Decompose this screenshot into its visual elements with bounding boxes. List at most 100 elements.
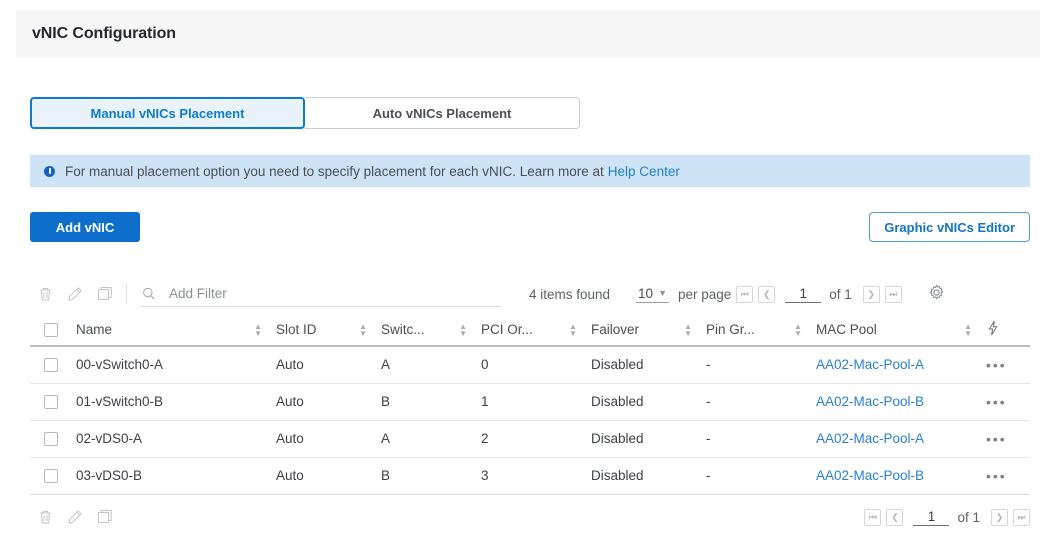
info-banner: For manual placement option you need to … <box>30 155 1030 187</box>
column-label-name: Name <box>76 322 113 337</box>
filter-field[interactable] <box>141 281 501 307</box>
row-menu-icon[interactable]: ••• <box>986 468 1007 484</box>
tab-manual-vnics-placement[interactable]: Manual vNICs Placement <box>30 97 305 129</box>
cell-mac-pool: AA02-Mac-Pool-B <box>816 383 986 421</box>
row-menu-icon[interactable]: ••• <box>986 357 1007 373</box>
cell-failover: Disabled <box>591 383 706 421</box>
mac-pool-link[interactable]: AA02-Mac-Pool-B <box>816 468 924 483</box>
mac-pool-link[interactable]: AA02-Mac-Pool-A <box>816 431 924 446</box>
row-menu-icon[interactable]: ••• <box>986 394 1007 410</box>
search-input[interactable] <box>169 286 501 301</box>
row-checkbox[interactable] <box>44 394 58 409</box>
page-number-input[interactable]: 1 <box>785 286 822 303</box>
cell-pci-order: 0 <box>481 346 591 384</box>
cell-failover: Disabled <box>591 457 706 495</box>
sort-icon: ▲ ▼ <box>359 321 367 338</box>
table-row[interactable]: 01-vSwitch0-B Auto B 1 Disabled - AA02-M… <box>30 383 1030 421</box>
next-page-button[interactable]: ❯ <box>862 285 880 303</box>
trash-icon[interactable] <box>30 504 60 530</box>
prev-page-button[interactable]: ❮ <box>758 285 776 303</box>
column-header-name[interactable]: Name ▲ ▼ <box>76 314 276 347</box>
row-menu-icon[interactable]: ••• <box>986 431 1007 447</box>
cell-slot-id: Auto <box>276 383 381 421</box>
column-header-slot-id[interactable]: Slot ID ▲ ▼ <box>276 314 381 347</box>
table-row[interactable]: 00-vSwitch0-A Auto A 0 Disabled - AA02-M… <box>30 346 1030 384</box>
sort-icon: ▲ ▼ <box>684 321 692 338</box>
table-row[interactable]: 02-vDS0-A Auto A 2 Disabled - AA02-Mac-P… <box>30 420 1030 458</box>
cell-switch: B <box>381 457 481 495</box>
sort-icon: ▲ ▼ <box>569 321 577 338</box>
first-page-button[interactable]: ⏮ <box>864 508 882 526</box>
column-header-pin-group[interactable]: Pin Gr... ▲ ▼ <box>706 314 816 347</box>
cell-slot-id: Auto <box>276 346 381 384</box>
lightning-bolt-icon <box>986 320 1000 339</box>
table-toolbar: 4 items found 10 ▼ per page ⏮ ❮ 1 of 1 ❯… <box>30 278 1030 310</box>
cell-pin-group: - <box>706 457 816 495</box>
cell-pci-order: 1 <box>481 383 591 421</box>
column-header-mac-pool[interactable]: MAC Pool ▲ ▼ <box>816 314 986 347</box>
cell-mac-pool: AA02-Mac-Pool-A <box>816 346 986 384</box>
column-label-switch: Switc... <box>381 322 425 337</box>
tab-manual-label: Manual vNICs Placement <box>90 105 245 121</box>
row-checkbox[interactable] <box>44 357 58 372</box>
row-checkbox[interactable] <box>44 468 58 483</box>
prev-page-button[interactable]: ❮ <box>886 508 904 526</box>
cell-name: 01-vSwitch0-B <box>76 383 276 421</box>
page-header: vNIC Configuration <box>16 10 1040 58</box>
cell-pin-group: - <box>706 346 816 384</box>
page-total-label: of 1 <box>957 509 980 525</box>
page-title: vNIC Configuration <box>32 25 176 42</box>
cell-pin-group: - <box>706 383 816 421</box>
tab-auto-label: Auto vNICs Placement <box>372 105 512 121</box>
cell-name: 02-vDS0-A <box>76 420 276 458</box>
select-all-checkbox[interactable] <box>44 322 58 337</box>
cell-failover: Disabled <box>591 420 706 458</box>
mac-pool-link[interactable]: AA02-Mac-Pool-A <box>816 357 924 372</box>
gear-icon[interactable] <box>928 284 945 304</box>
cell-row-actions: ••• <box>986 346 1030 384</box>
row-select-cell <box>30 383 76 421</box>
items-found-label: 4 items found <box>529 286 611 302</box>
tab-auto-vnics-placement[interactable]: Auto vNICs Placement <box>305 97 580 129</box>
row-select-cell <box>30 420 76 458</box>
per-page-value: 10 <box>638 285 654 301</box>
next-page-button[interactable]: ❯ <box>991 508 1008 526</box>
last-page-button[interactable]: ⏭ <box>884 285 902 303</box>
first-page-button[interactable]: ⏮ <box>736 285 754 303</box>
vnic-table: Name ▲ ▼ Slot ID ▲ ▼ Switc... ▲ ▼ PCI Or... <box>30 314 1030 495</box>
page-number-input[interactable]: 1 <box>913 509 950 526</box>
cell-mac-pool: AA02-Mac-Pool-A <box>816 420 986 458</box>
cell-name: 00-vSwitch0-A <box>76 346 276 384</box>
cell-slot-id: Auto <box>276 457 381 495</box>
cell-row-actions: ••• <box>986 457 1030 495</box>
pencil-icon[interactable] <box>60 504 90 530</box>
cell-pin-group: - <box>706 420 816 458</box>
column-header-switch[interactable]: Switc... ▲ ▼ <box>381 314 481 347</box>
cell-slot-id: Auto <box>276 420 381 458</box>
mac-pool-link[interactable]: AA02-Mac-Pool-B <box>816 394 924 409</box>
per-page-select[interactable]: 10 ▼ <box>636 286 669 303</box>
column-label-pci-order: PCI Or... <box>481 322 533 337</box>
help-center-link[interactable]: Help Center <box>608 164 680 179</box>
cell-mac-pool: AA02-Mac-Pool-B <box>816 457 986 495</box>
row-checkbox[interactable] <box>44 431 58 446</box>
add-vnic-button[interactable]: Add vNIC <box>30 212 140 242</box>
pencil-icon[interactable] <box>60 281 90 307</box>
trash-icon[interactable] <box>30 281 60 307</box>
sort-icon: ▲ ▼ <box>794 321 802 338</box>
copy-icon[interactable] <box>90 504 120 530</box>
last-page-button[interactable]: ⏭ <box>1013 508 1030 526</box>
column-header-pci-order[interactable]: PCI Or... ▲ ▼ <box>481 314 591 347</box>
cell-switch: B <box>381 383 481 421</box>
row-select-cell <box>30 457 76 495</box>
copy-icon[interactable] <box>90 281 120 307</box>
table-row[interactable]: 03-vDS0-B Auto B 3 Disabled - AA02-Mac-P… <box>30 457 1030 495</box>
column-header-failover[interactable]: Failover ▲ ▼ <box>591 314 706 347</box>
cell-pci-order: 2 <box>481 420 591 458</box>
toolbar-divider <box>126 284 127 304</box>
search-icon <box>141 286 157 302</box>
per-page-label: per page <box>678 286 732 302</box>
sort-icon: ▲ ▼ <box>964 321 972 338</box>
top-pagination: 4 items found 10 ▼ per page ⏮ ❮ 1 of 1 ❯… <box>529 284 945 304</box>
graphic-vnics-editor-button[interactable]: Graphic vNICs Editor <box>869 212 1030 242</box>
